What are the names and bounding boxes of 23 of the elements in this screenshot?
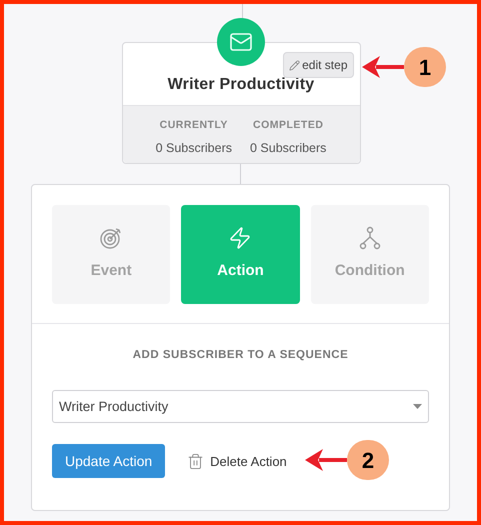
step-type-tab[interactable]: Condition	[310, 205, 429, 304]
annotation-arrow	[362, 55, 404, 79]
stat-value: 0 Subscribers	[250, 140, 326, 157]
edit-step-button[interactable]: edit step	[283, 52, 354, 78]
step-number-badge: 1	[404, 47, 446, 87]
lightning-icon	[228, 226, 252, 250]
trash-icon	[187, 452, 204, 470]
pencil-icon	[289, 60, 300, 70]
step-title: Writer Productivity	[168, 75, 314, 95]
stat-value: 0 Subscribers	[156, 140, 232, 157]
section-title: ADD SUBSCRIBER TO A SEQUENCE	[132, 348, 348, 363]
stat-label: CURRENTLY	[160, 118, 228, 133]
update-action-button[interactable]: Update Action	[52, 444, 166, 478]
target-icon	[99, 226, 124, 250]
delete-action-button[interactable]: Delete Action	[187, 452, 287, 471]
sequence-select[interactable]: Writer Productivity	[52, 390, 429, 424]
branch-icon	[358, 226, 381, 250]
stat-label: COMPLETED	[253, 118, 324, 133]
annotation-arrow	[305, 448, 347, 472]
envelope-icon	[228, 30, 252, 54]
dropdown-caret-icon	[413, 404, 422, 410]
step-type-tab[interactable]: Action	[181, 205, 300, 304]
step-type-tab[interactable]: Event	[52, 205, 170, 304]
